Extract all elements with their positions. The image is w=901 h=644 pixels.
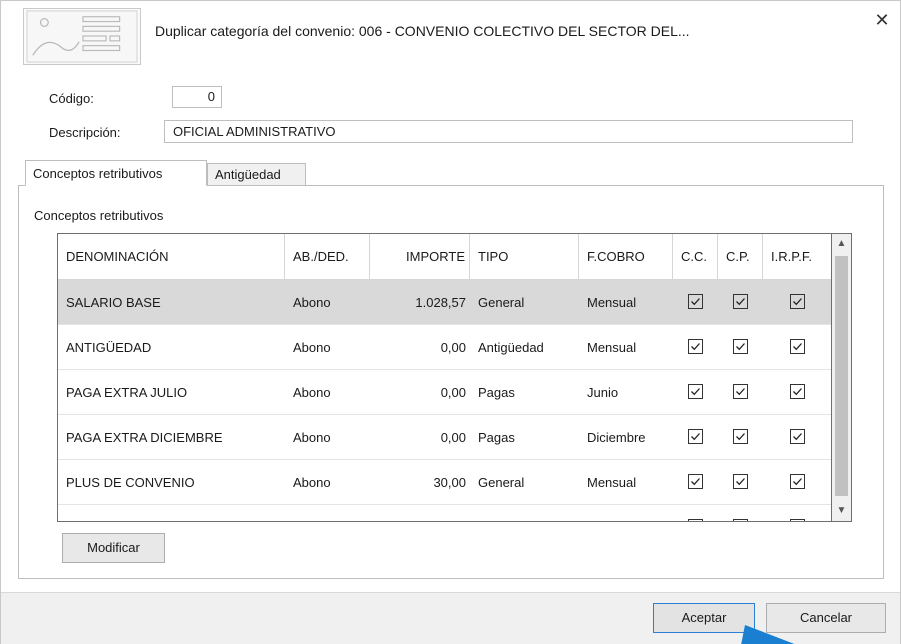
table-row[interactable]: SALARIO BASE Abono 1.028,57 General Mensual [58, 280, 831, 325]
cell-importe: 30,00 [433, 475, 466, 490]
checkmark-icon [690, 521, 701, 522]
checkmark-icon [793, 433, 802, 441]
cell-f-cobro: Mensual [587, 475, 637, 490]
dialog-title: Duplicar categoría del convenio: 006 - C… [155, 23, 690, 39]
cell-tipo: Pagas [478, 385, 515, 400]
checkmark-icon [736, 388, 745, 396]
table-row[interactable]: PAGA EXTRA DICIEMBRE Abono 0,00 Pagas Diciem… [58, 415, 831, 460]
irpf-checkbox[interactable] [790, 339, 805, 354]
cp-checkbox[interactable] [733, 339, 748, 354]
column-header-f-cobro[interactable]: F.COBRO [579, 234, 673, 280]
cell-tipo: Antigüedad [478, 340, 544, 355]
column-header-ab-ded[interactable]: AB./DED. [285, 234, 370, 280]
scroll-thumb[interactable] [835, 256, 848, 496]
cp-checkbox[interactable] [733, 384, 748, 399]
cell-tipo: Pagas [478, 430, 515, 445]
cell-denominacion: PAGA EXTRA DICIEMBRE [66, 430, 223, 445]
table-header: DENOMINACIÓN AB./DED. IMPORTE TIPO F.COB… [58, 234, 831, 280]
checkmark-icon [736, 298, 745, 306]
cell-f-cobro: Junio [587, 385, 619, 400]
irpf-checkbox[interactable] [790, 519, 805, 522]
cell-f-cobro: Diciembre [587, 430, 646, 445]
table-row[interactable]: PLUS DE CONVENIO Abono 30,00 General Mensual [58, 460, 831, 505]
cell-denominacion: TRANSPORTE [58, 505, 285, 521]
modificar-button[interactable]: Modificar [62, 533, 165, 563]
cell-f-cobro: Mensual [579, 505, 673, 521]
table-row[interactable]: ANTIGÜEDAD Abono 0,00 Antigüedad Mensual [58, 325, 831, 370]
image-document-icon [23, 8, 141, 65]
scroll-up-icon[interactable]: ▲ [832, 234, 851, 254]
cell-importe: 0,00 [440, 340, 466, 355]
cell-tipo: General [478, 295, 525, 310]
close-icon[interactable]: ✕ [872, 10, 892, 30]
cell-ab-ded: Abono [293, 430, 331, 445]
cell-ab-ded: Abono [285, 505, 370, 521]
scroll-down-icon[interactable]: ▼ [832, 501, 851, 521]
cp-checkbox[interactable] [733, 294, 748, 309]
cell-denominacion: PLUS DE CONVENIO [66, 475, 195, 490]
checkmark-icon [691, 478, 700, 486]
cc-checkbox[interactable] [688, 429, 703, 444]
codigo-label: Código: [49, 91, 94, 106]
table-row[interactable]: TRANSPORTEAbono60,00GeneralMensual [58, 505, 831, 522]
checkmark-icon [793, 343, 802, 351]
descripcion-label: Descripción: [49, 125, 121, 140]
cell-denominacion: PAGA EXTRA JULIO [66, 385, 188, 400]
cell-importe: 0,00 [440, 430, 466, 445]
cell-denominacion: ANTIGÜEDAD [66, 340, 152, 355]
conceptos-table: DENOMINACIÓN AB./DED. IMPORTE TIPO F.COB… [57, 233, 832, 522]
cell-tipo: General [470, 505, 579, 521]
cell-ab-ded: Abono [293, 340, 331, 355]
checkmark-icon [736, 343, 745, 351]
duplicate-category-dialog: Duplicar categoría del convenio: 006 - C… [0, 0, 901, 644]
column-header-cp[interactable]: C.P. [718, 234, 763, 280]
checkmark-icon [736, 478, 745, 486]
checkmark-icon [793, 478, 802, 486]
checkmark-icon [735, 521, 746, 522]
cc-checkbox[interactable] [688, 339, 703, 354]
cc-checkbox[interactable] [688, 384, 703, 399]
checkmark-icon [793, 388, 802, 396]
cursor-pointer-icon [741, 625, 795, 644]
column-header-denominacion[interactable]: DENOMINACIÓN [58, 234, 285, 280]
column-header-cc[interactable]: C.C. [673, 234, 718, 280]
cell-f-cobro: Mensual [587, 340, 637, 355]
checkmark-icon [736, 433, 745, 441]
cell-importe: 1.028,57 [415, 295, 466, 310]
column-header-importe[interactable]: IMPORTE [370, 234, 470, 280]
cc-checkbox[interactable] [688, 294, 703, 309]
checkmark-icon [691, 298, 700, 306]
codigo-field[interactable]: 0 [172, 86, 222, 108]
cell-importe: 0,00 [440, 385, 466, 400]
checkmark-icon [792, 521, 803, 522]
checkmark-icon [691, 433, 700, 441]
irpf-checkbox[interactable] [790, 294, 805, 309]
cell-denominacion: SALARIO BASE [66, 295, 161, 310]
cp-checkbox[interactable] [733, 519, 748, 522]
table-scrollbar[interactable]: ▲ ▼ [832, 233, 852, 522]
table-row[interactable]: PAGA EXTRA JULIO Abono 0,00 Pagas Junio [58, 370, 831, 415]
cc-checkbox[interactable] [688, 519, 703, 522]
checkmark-icon [793, 298, 802, 306]
column-header-irpf[interactable]: I.R.P.F. [763, 234, 831, 280]
cell-importe: 60,00 [370, 505, 470, 521]
cp-checkbox[interactable] [733, 474, 748, 489]
cp-checkbox[interactable] [733, 429, 748, 444]
descripcion-field[interactable]: OFICIAL ADMINISTRATIVO [164, 120, 853, 143]
column-header-tipo[interactable]: TIPO [470, 234, 579, 280]
cell-ab-ded: Abono [293, 385, 331, 400]
irpf-checkbox[interactable] [790, 474, 805, 489]
checkmark-icon [691, 388, 700, 396]
irpf-checkbox[interactable] [790, 429, 805, 444]
checkmark-icon [691, 343, 700, 351]
cell-ab-ded: Abono [293, 475, 331, 490]
tab-antiguedad[interactable]: Antigüedad [207, 163, 306, 186]
cell-f-cobro: Mensual [587, 295, 637, 310]
cc-checkbox[interactable] [688, 474, 703, 489]
section-label: Conceptos retributivos [34, 208, 164, 223]
irpf-checkbox[interactable] [790, 384, 805, 399]
cell-tipo: General [478, 475, 525, 490]
cell-ab-ded: Abono [293, 295, 331, 310]
tab-conceptos-retributivos[interactable]: Conceptos retributivos [25, 160, 207, 186]
